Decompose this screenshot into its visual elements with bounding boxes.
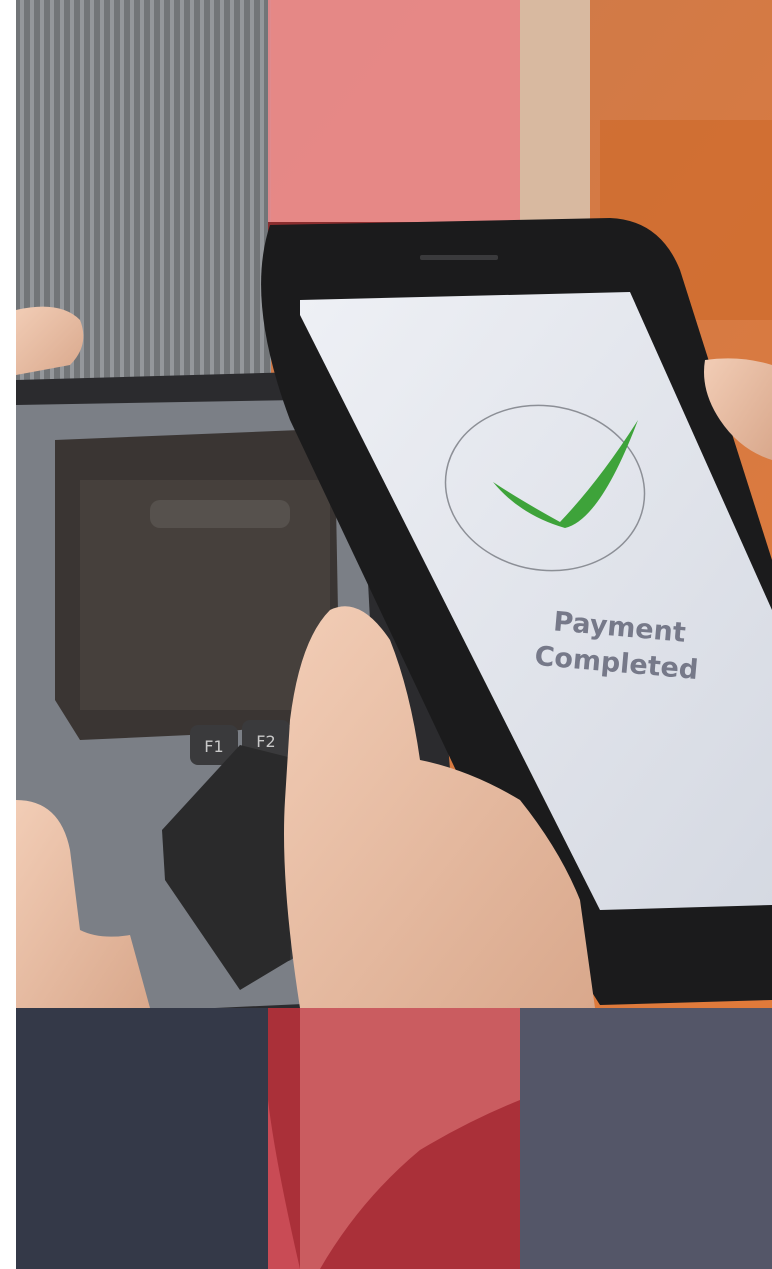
photo-scene: F1 F2 7 Pa: [0, 0, 772, 1269]
panel-slate: [520, 1008, 772, 1269]
panel-dark: [16, 1008, 268, 1269]
red-overlay-top: [268, 0, 520, 252]
key-f1: F1: [204, 737, 223, 756]
key-f2: F2: [256, 732, 275, 751]
